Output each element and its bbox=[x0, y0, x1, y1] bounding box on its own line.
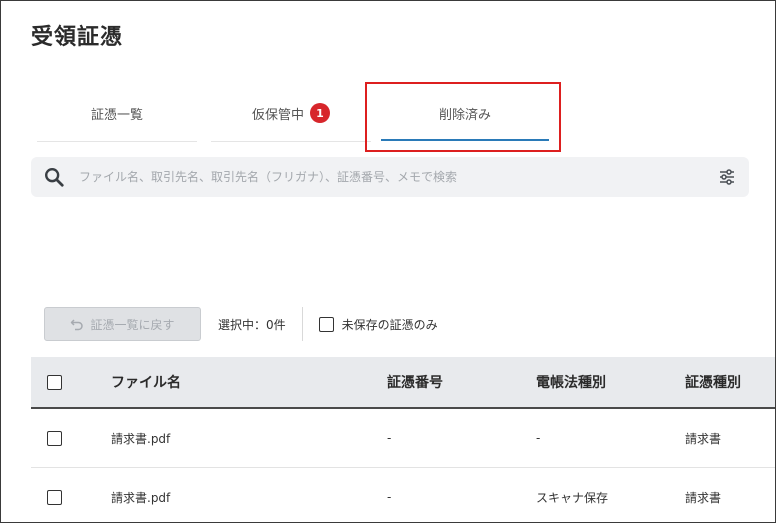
select-all-checkbox[interactable] bbox=[47, 374, 62, 390]
active-tab-indicator bbox=[381, 139, 549, 141]
tab-divider bbox=[211, 141, 371, 142]
app-frame: 受領証憑 証憑一覧 仮保管中 1 削除済み ファイル名、取引先名、取引先名（フリ… bbox=[0, 0, 776, 523]
tab-label: 削除済み bbox=[438, 107, 491, 123]
column-header-voucher-kind[interactable]: 証憑種別 bbox=[685, 357, 741, 407]
search-bar bbox=[31, 157, 749, 197]
tab-label: 証憑一覧 bbox=[90, 107, 143, 123]
tab-bar: 証憑一覧 仮保管中 1 削除済み bbox=[33, 85, 573, 147]
unsaved-only-label: 未保存の証憑のみ bbox=[341, 317, 438, 332]
voucher-kind-cell: 請求書 bbox=[685, 431, 722, 446]
search-input[interactable] bbox=[77, 157, 705, 197]
file-name-cell: 請求書.pdf bbox=[111, 431, 171, 446]
count-badge: 1 bbox=[310, 103, 330, 123]
toolbar-divider bbox=[301, 307, 303, 341]
row-checkbox[interactable] bbox=[47, 489, 62, 505]
column-header-file-name[interactable]: ファイル名 bbox=[111, 357, 181, 407]
column-header-ledger-type[interactable]: 電帳法種別 bbox=[536, 357, 606, 407]
restore-to-list-button[interactable]: 証憑一覧に戻す bbox=[44, 307, 201, 341]
file-name-cell: 請求書.pdf bbox=[111, 490, 171, 505]
tab-temporary[interactable]: 仮保管中 1 bbox=[207, 85, 375, 142]
column-header-voucher-number[interactable]: 証憑番号 bbox=[387, 357, 443, 407]
ledger-type-cell: スキャナ保存 bbox=[536, 490, 609, 505]
table-row[interactable]: 請求書.pdf - スキャナ保存 請求書 bbox=[31, 468, 775, 522]
selected-count: 選択中：0件 bbox=[218, 317, 286, 332]
tab-label: 仮保管中 bbox=[251, 107, 304, 123]
row-checkbox[interactable] bbox=[47, 430, 62, 446]
voucher-kind-cell: 請求書 bbox=[685, 490, 722, 505]
table-row[interactable]: 請求書.pdf - - 請求書 bbox=[31, 409, 775, 468]
ledger-type-cell: - bbox=[536, 431, 541, 445]
restore-button-label: 証憑一覧に戻す bbox=[90, 317, 175, 332]
unsaved-only-filter[interactable]: 未保存の証憑のみ bbox=[318, 316, 438, 333]
tab-vouchers[interactable]: 証憑一覧 bbox=[33, 85, 201, 142]
tab-divider bbox=[37, 141, 197, 142]
search-icon bbox=[31, 157, 77, 197]
page-title: 受領証憑 bbox=[31, 25, 124, 50]
unsaved-only-checkbox[interactable] bbox=[318, 316, 334, 332]
undo-icon bbox=[71, 319, 84, 331]
voucher-number-cell: - bbox=[387, 490, 392, 504]
voucher-number-cell: - bbox=[387, 431, 392, 445]
tab-deleted[interactable]: 削除済み bbox=[381, 85, 549, 141]
sliders-icon[interactable] bbox=[705, 157, 749, 197]
toolbar: 証憑一覧に戻す 選択中：0件 未保存の証憑のみ bbox=[44, 306, 744, 342]
table-header: ファイル名 証憑番号 電帳法種別 証憑種別 bbox=[31, 357, 775, 409]
voucher-table: ファイル名 証憑番号 電帳法種別 証憑種別 請求書.pdf - - 請求書 請求… bbox=[31, 357, 775, 522]
